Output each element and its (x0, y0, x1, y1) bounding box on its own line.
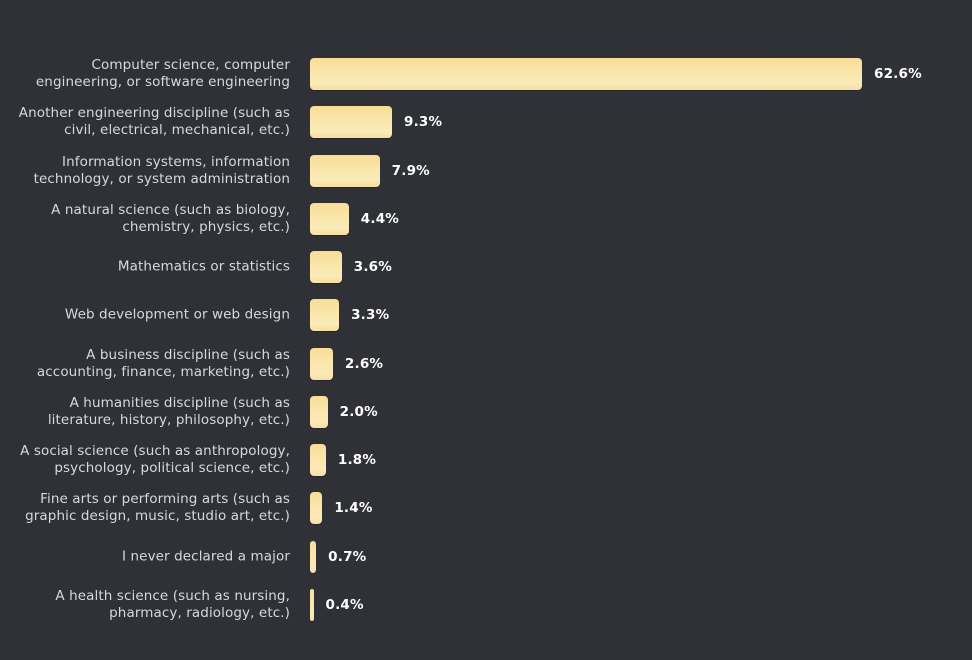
bar-track (310, 395, 328, 428)
bar-track (310, 540, 317, 573)
bar[interactable] (310, 299, 340, 332)
category-label: Web development or web design (64, 306, 290, 323)
value-label: 62.6% (874, 66, 922, 82)
bar-row: I never declared a major 0.7% (0, 540, 972, 573)
value-label: 3.3% (351, 307, 390, 324)
bar-row: A natural science (such as biology, chem… (0, 201, 972, 235)
bar[interactable] (310, 347, 333, 380)
bar[interactable] (310, 540, 317, 573)
bar-track (310, 154, 380, 187)
bar[interactable] (310, 251, 342, 283)
bar-row: Web development or web design 3.3% (0, 299, 972, 332)
bar-track (310, 202, 349, 235)
value-label: 7.9% (391, 162, 430, 179)
bar[interactable] (310, 154, 380, 187)
category-label: Information systems, information technol… (33, 153, 290, 187)
bar[interactable] (310, 444, 326, 476)
plot-area: Computer science, computer engineering, … (0, 0, 972, 660)
bar-track (310, 347, 333, 380)
category-label: A natural science (such as biology, chem… (51, 201, 290, 235)
bar-chart: Computer science, computer engineering, … (0, 0, 972, 660)
bar[interactable] (310, 202, 349, 235)
bar-track (310, 492, 323, 525)
category-label: Fine arts or performing arts (such as gr… (25, 491, 290, 525)
category-label: I never declared a major (122, 548, 290, 564)
bar[interactable] (310, 588, 314, 621)
value-label: 1.8% (337, 452, 377, 468)
bar[interactable] (310, 395, 328, 428)
value-label: 0.4% (325, 596, 364, 613)
value-label: 4.4% (360, 210, 400, 227)
bar-row: Another engineering discipline (such as … (0, 105, 972, 139)
value-label: 1.4% (334, 500, 373, 517)
category-label: Mathematics or statistics (117, 258, 290, 275)
bar-row: A social science (such as anthropology, … (0, 443, 972, 476)
value-label: 0.7% (328, 548, 367, 565)
bar[interactable] (310, 492, 323, 525)
bar-track (310, 444, 326, 476)
bar-row: A health science (such as nursing, pharm… (0, 587, 972, 621)
category-label: A humanities discipline (such as literat… (47, 394, 290, 428)
category-label: A business discipline (such as accountin… (36, 346, 290, 380)
bar-row: Information systems, information technol… (0, 153, 972, 187)
bar-row: Computer science, computer engineering, … (0, 57, 972, 90)
value-label: 2.0% (339, 403, 378, 420)
bar-track (310, 106, 392, 139)
value-label: 9.3% (404, 114, 443, 131)
bar-row: A business discipline (such as accountin… (0, 346, 972, 380)
bar-track (310, 251, 342, 283)
category-label: A health science (such as nursing, pharm… (55, 587, 290, 621)
bar-row: A humanities discipline (such as literat… (0, 394, 972, 428)
bar-track (310, 58, 862, 90)
category-label: A social science (such as anthropology, … (20, 443, 290, 476)
category-label: Computer science, computer engineering, … (35, 57, 290, 90)
value-label: 2.6% (344, 355, 384, 372)
category-label: Another engineering discipline (such as … (18, 105, 290, 139)
bar[interactable] (310, 58, 862, 90)
value-label: 3.6% (353, 259, 392, 275)
bar-track (310, 588, 314, 621)
bar-track (310, 299, 340, 332)
bar-row: Fine arts or performing arts (such as gr… (0, 491, 972, 525)
bar[interactable] (310, 106, 392, 139)
bar-row: Mathematics or statistics 3.6% (0, 251, 972, 283)
